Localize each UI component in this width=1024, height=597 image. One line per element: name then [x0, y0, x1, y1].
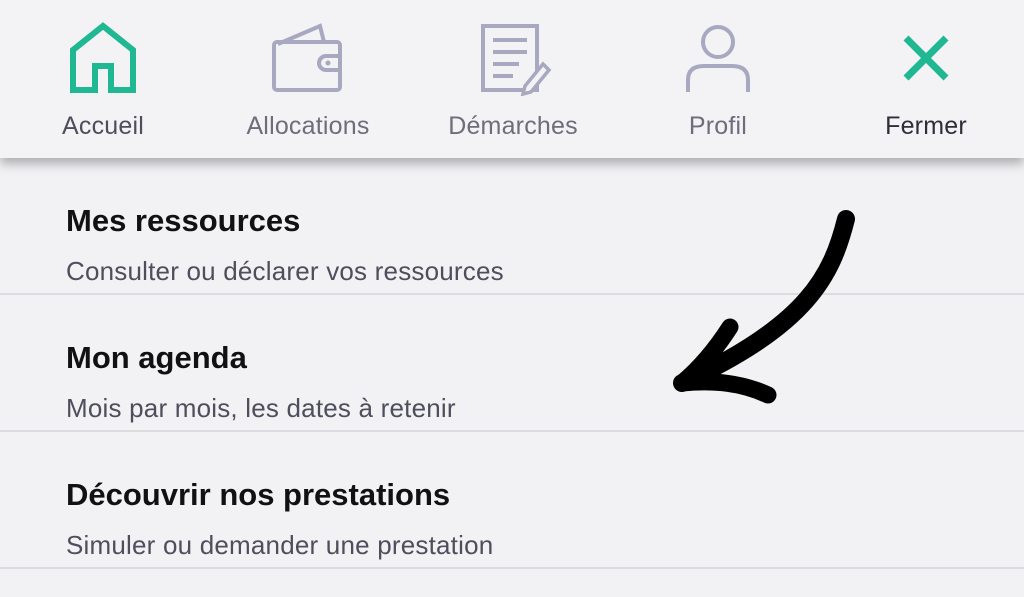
nav-label-demarches: Démarches	[448, 112, 578, 140]
nav-label-profil: Profil	[688, 112, 748, 140]
menu-item-subtitle: Consulter ou déclarer vos ressources	[66, 256, 504, 286]
menu-item-title: Mes ressources	[66, 203, 301, 238]
user-icon	[678, 20, 758, 96]
home-icon	[63, 20, 143, 96]
document-edit-icon	[473, 20, 553, 96]
nav-label-fermer: Fermer	[885, 112, 967, 140]
close-button[interactable]: Fermer	[870, 0, 982, 158]
nav-item-demarches[interactable]: Démarches	[432, 0, 594, 158]
wallet-icon	[268, 20, 348, 96]
nav-item-profil[interactable]: Profil	[670, 0, 766, 158]
nav-item-allocations[interactable]: Allocations	[226, 0, 390, 158]
menu-item-subtitle: Mois par mois, les dates à retenir	[66, 393, 456, 423]
nav-label-accueil: Accueil	[62, 112, 144, 140]
close-icon	[886, 20, 966, 96]
menu-item-decouvrir-prestations[interactable]: Découvrir nos prestations Simuler ou dem…	[0, 432, 1024, 569]
top-navigation-bar: Accueil Allocations Démarches Profil Fer…	[0, 0, 1024, 158]
menu-item-title: Découvrir nos prestations	[66, 477, 451, 512]
hand-drawn-arrow-icon	[673, 210, 855, 404]
menu-item-title: Mon agenda	[66, 340, 247, 375]
nav-label-allocations: Allocations	[246, 112, 370, 140]
menu-item-subtitle: Simuler ou demander une prestation	[66, 530, 494, 560]
nav-item-accueil[interactable]: Accueil	[42, 0, 164, 158]
